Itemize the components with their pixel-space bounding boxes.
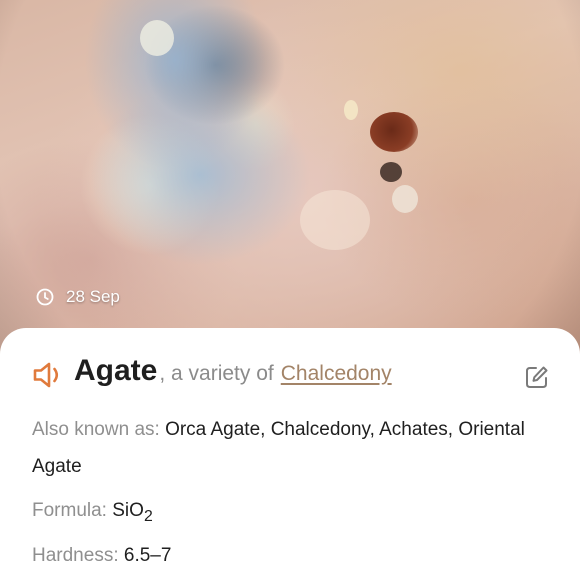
hardness-label: Hardness: — [32, 545, 124, 566]
formula-label: Formula: — [32, 500, 113, 521]
formula-base: SiO — [112, 500, 144, 521]
edit-button[interactable] — [524, 364, 550, 390]
also-known-as-row: Also known as: Orca Agate, Chalcedony, A… — [32, 411, 550, 485]
clock-icon — [36, 288, 54, 306]
title-row: Agate , a variety of Chalcedony — [32, 354, 552, 394]
formula-subscript: 2 — [143, 507, 153, 525]
photo-date-badge: 28 Sep — [36, 287, 120, 307]
formula-row: Formula: SiO2 — [32, 492, 550, 535]
title-text: Agate , a variety of Chalcedony — [74, 354, 392, 388]
hardness-value: 6.5–7 — [123, 545, 172, 566]
specimen-photo: 28 Sep — [0, 0, 580, 360]
variety-text: , a variety of — [159, 362, 274, 385]
parent-mineral-link[interactable]: Chalcedony — [281, 362, 392, 386]
formula-value: SiO2 — [112, 500, 153, 525]
also-known-as-label: Also known as: — [32, 419, 166, 440]
mineral-info-card: Agate , a variety of Chalcedony Also kno… — [0, 328, 580, 580]
edit-icon — [524, 366, 550, 394]
hardness-row: Hardness: 6.5–7 — [32, 537, 550, 574]
pronounce-button[interactable] — [32, 360, 66, 390]
speaker-icon — [32, 362, 66, 394]
mineral-name: Agate — [74, 354, 158, 387]
photo-date: 28 Sep — [66, 287, 120, 306]
